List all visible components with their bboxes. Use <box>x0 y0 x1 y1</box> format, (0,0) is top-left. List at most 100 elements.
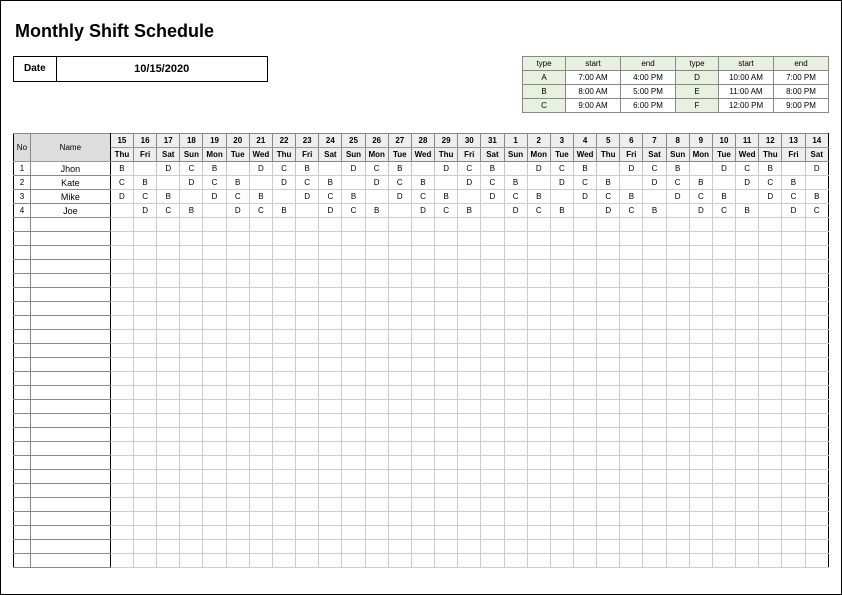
shift-cell <box>504 274 527 288</box>
shift-cell <box>203 232 226 246</box>
shift-cell <box>736 456 759 470</box>
shift-cell <box>296 456 319 470</box>
shift-cell <box>481 400 504 414</box>
shift-cell <box>573 288 596 302</box>
shift-cell <box>435 176 458 190</box>
shift-cell <box>481 414 504 428</box>
col-header-dayname: Tue <box>388 148 411 162</box>
shift-cell <box>620 358 643 372</box>
shift-cell <box>527 386 550 400</box>
shift-cell <box>342 372 365 386</box>
shift-cell <box>435 302 458 316</box>
shift-cell <box>782 302 805 316</box>
shift-cell <box>365 372 388 386</box>
shift-cell <box>736 316 759 330</box>
shift-cell <box>272 470 295 484</box>
shift-cell <box>110 442 133 456</box>
shift-cell <box>435 456 458 470</box>
shift-cell <box>573 218 596 232</box>
shift-cell <box>550 218 573 232</box>
row-no <box>14 232 31 246</box>
shift-cell <box>110 414 133 428</box>
col-header-daynum: 20 <box>226 134 249 148</box>
shift-cell <box>550 554 573 568</box>
shift-cell <box>157 414 180 428</box>
shift-cell <box>782 218 805 232</box>
shift-cell <box>620 386 643 400</box>
shift-cell: B <box>203 162 226 176</box>
shift-cell <box>226 512 249 526</box>
shift-cell <box>180 302 203 316</box>
shift-cell <box>805 316 828 330</box>
col-header-daynum: 6 <box>620 134 643 148</box>
shift-cell <box>597 526 620 540</box>
shift-cell <box>805 442 828 456</box>
shift-cell <box>249 260 272 274</box>
shift-cell <box>805 330 828 344</box>
row-no <box>14 344 31 358</box>
shift-cell <box>435 288 458 302</box>
shift-cell <box>597 316 620 330</box>
shift-cell <box>458 456 481 470</box>
shift-cell <box>180 260 203 274</box>
shift-cell <box>573 400 596 414</box>
shift-cell <box>782 498 805 512</box>
shift-cell <box>689 372 712 386</box>
shift-cell <box>249 176 272 190</box>
shift-cell <box>527 428 550 442</box>
row-name <box>30 512 110 526</box>
shift-cell <box>620 218 643 232</box>
legend-type: B <box>523 85 566 99</box>
shift-cell <box>759 540 782 554</box>
shift-cell: C <box>643 162 666 176</box>
shift-cell <box>689 302 712 316</box>
shift-cell <box>110 526 133 540</box>
shift-cell: D <box>157 162 180 176</box>
row-name <box>30 288 110 302</box>
shift-cell <box>319 162 342 176</box>
shift-cell <box>388 470 411 484</box>
shift-cell: C <box>180 162 203 176</box>
shift-cell <box>527 288 550 302</box>
shift-cell <box>435 414 458 428</box>
shift-cell <box>249 246 272 260</box>
shift-cell <box>458 386 481 400</box>
shift-cell: C <box>527 204 550 218</box>
shift-cell <box>458 400 481 414</box>
shift-cell: B <box>527 190 550 204</box>
shift-cell <box>620 470 643 484</box>
row-name <box>30 414 110 428</box>
shift-cell: B <box>134 176 157 190</box>
shift-cell <box>180 232 203 246</box>
legend-time: 4:00 PM <box>621 71 676 85</box>
shift-cell <box>180 512 203 526</box>
shift-cell <box>550 232 573 246</box>
shift-cell <box>458 428 481 442</box>
shift-cell <box>157 400 180 414</box>
shift-cell <box>110 274 133 288</box>
shift-cell <box>435 260 458 274</box>
shift-cell <box>319 554 342 568</box>
shift-cell <box>759 302 782 316</box>
shift-cell <box>365 512 388 526</box>
shift-cell <box>388 260 411 274</box>
row-no <box>14 414 31 428</box>
col-header-dayname: Fri <box>620 148 643 162</box>
shift-cell <box>782 526 805 540</box>
shift-cell: B <box>736 204 759 218</box>
shift-cell <box>296 386 319 400</box>
shift-cell <box>736 442 759 456</box>
shift-cell: D <box>597 204 620 218</box>
shift-cell: B <box>805 190 828 204</box>
legend-time: 5:00 PM <box>621 85 676 99</box>
shift-cell <box>388 512 411 526</box>
shift-cell <box>782 288 805 302</box>
shift-cell <box>365 526 388 540</box>
shift-cell: C <box>666 176 689 190</box>
shift-cell <box>249 484 272 498</box>
shift-cell <box>573 442 596 456</box>
shift-cell <box>342 470 365 484</box>
shift-cell <box>388 218 411 232</box>
shift-cell <box>249 330 272 344</box>
shift-cell <box>481 386 504 400</box>
